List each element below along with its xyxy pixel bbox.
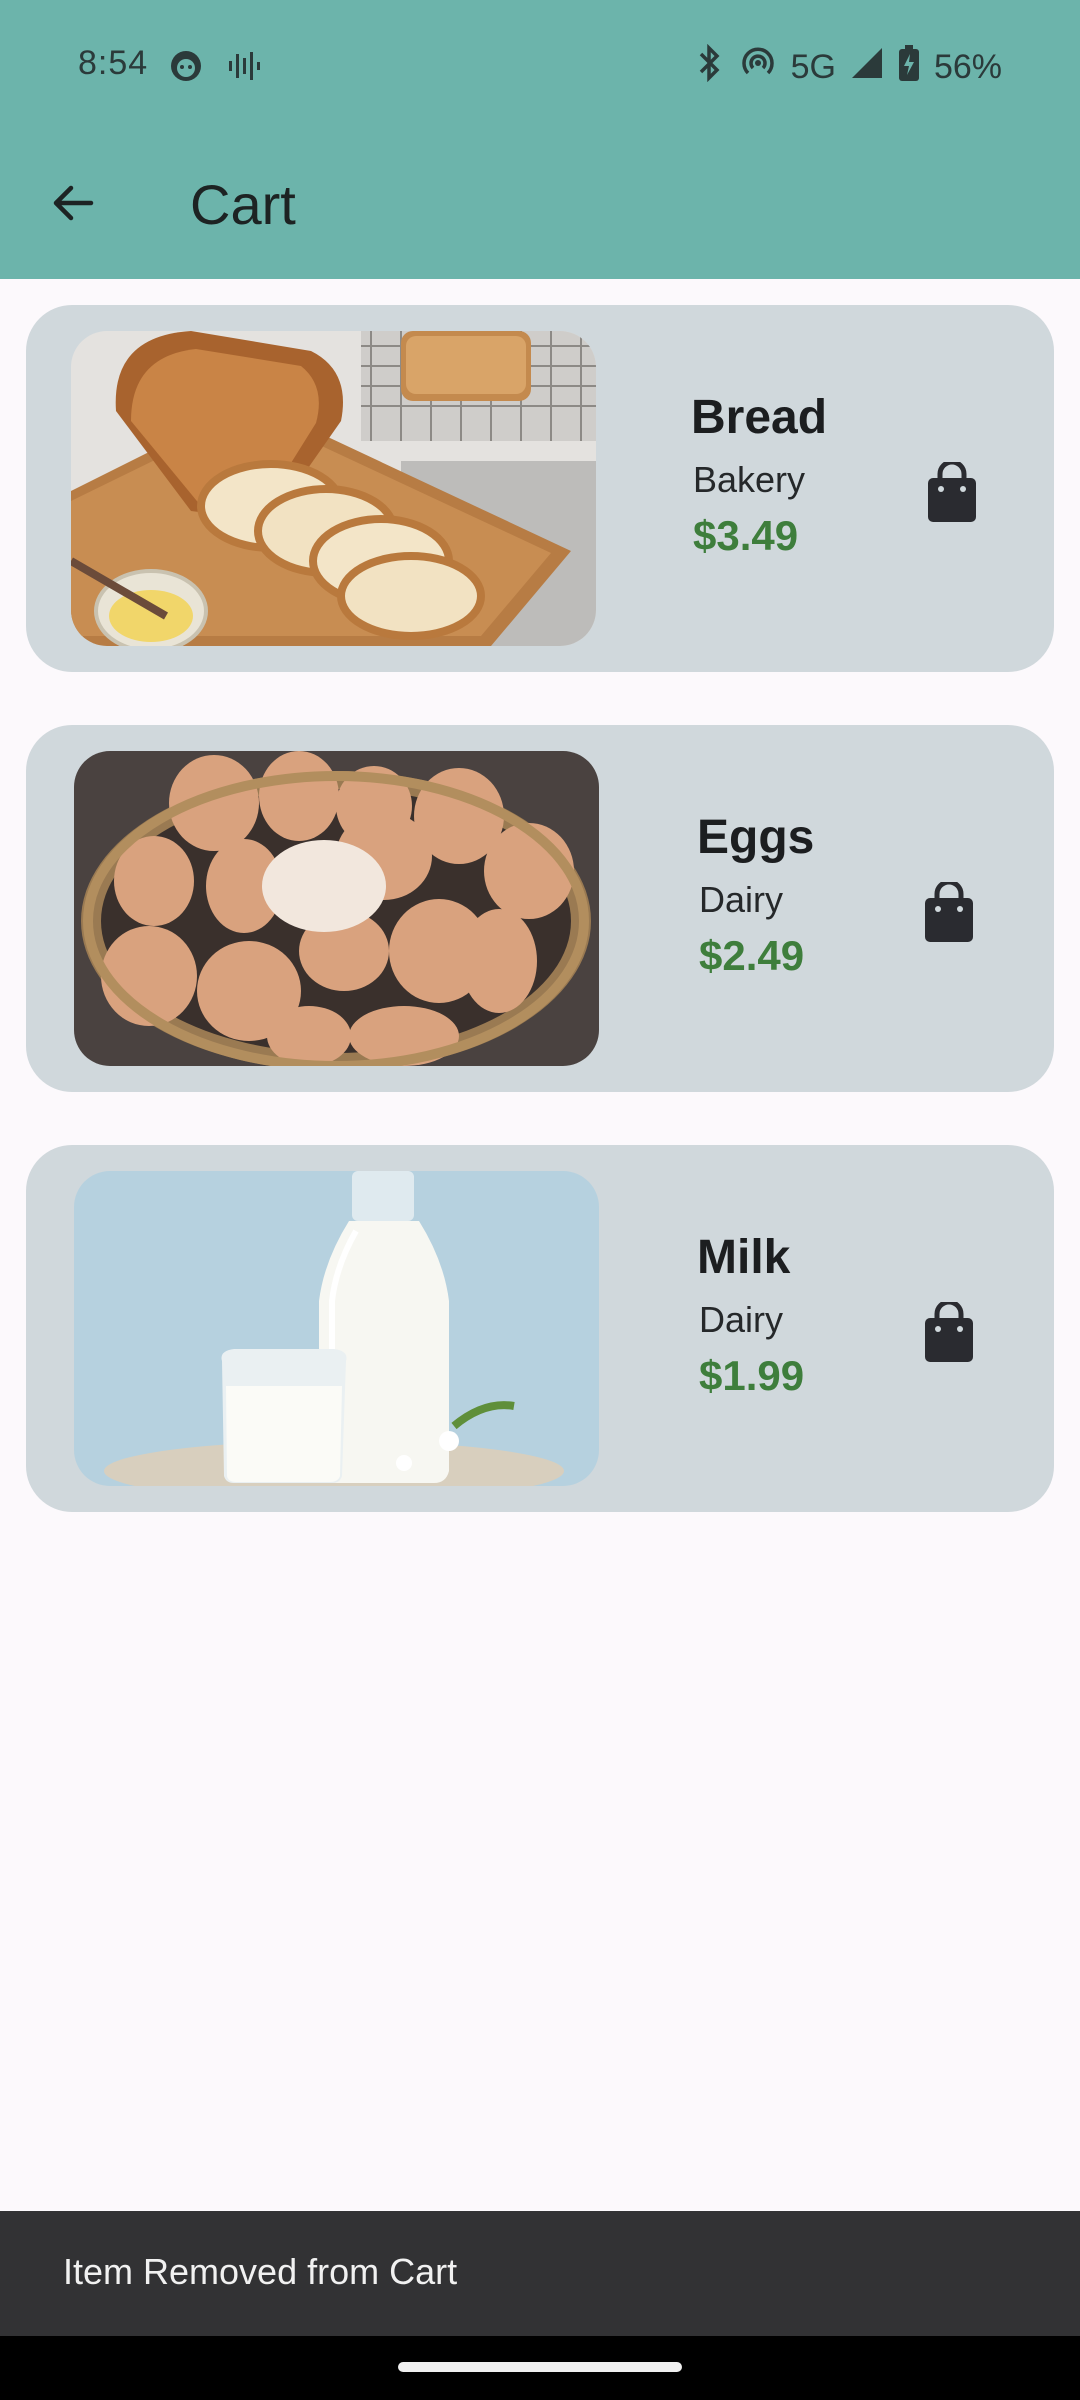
home-gesture-handle[interactable]	[398, 2362, 682, 2372]
cart-item-card[interactable]: Bread Bakery $3.49	[26, 305, 1054, 672]
voice-icon	[226, 48, 262, 93]
shopping-bag-icon	[925, 1299, 973, 1362]
cart-item-card[interactable]: Milk Dairy $1.99	[26, 1145, 1054, 1512]
snackbar: Item Removed from Cart	[0, 2211, 1080, 2336]
milk-photo	[74, 1171, 599, 1486]
remove-from-cart-button[interactable]	[924, 459, 980, 524]
network-type: 5G	[790, 48, 836, 86]
eggs-photo	[74, 751, 599, 1066]
back-button[interactable]	[40, 170, 106, 236]
snackbar-message: Item Removed from Cart	[63, 2251, 458, 2292]
bread-photo	[71, 331, 596, 646]
page-title: Cart	[190, 173, 296, 236]
item-price: $2.49	[699, 932, 805, 979]
status-right-group: 5G 56%	[695, 43, 1002, 91]
signal-icon	[850, 46, 884, 89]
hotspot-icon	[739, 44, 777, 91]
item-category: Dairy	[699, 1299, 784, 1340]
system-nav-bar	[0, 2336, 1080, 2400]
item-category: Dairy	[699, 879, 784, 920]
item-name: Milk	[697, 1231, 791, 1284]
cart-item-card[interactable]: Eggs Dairy $2.49	[26, 725, 1054, 1092]
shopping-bag-icon	[925, 879, 973, 942]
remove-from-cart-button[interactable]	[921, 879, 977, 944]
item-price: $1.99	[699, 1352, 805, 1399]
app-bar: 8:54 5G 56% Cart	[0, 0, 1080, 279]
item-name: Bread	[691, 391, 828, 444]
arrow-left-icon	[53, 185, 94, 221]
status-bar: 8:54 5G 56%	[0, 0, 1080, 132]
item-price: $3.49	[693, 512, 799, 559]
face-icon	[168, 48, 204, 93]
shopping-bag-icon	[928, 459, 976, 522]
item-name: Eggs	[697, 811, 815, 864]
remove-from-cart-button[interactable]	[921, 1299, 977, 1364]
status-time: 8:54	[78, 44, 149, 82]
bluetooth-icon	[695, 43, 725, 91]
item-category: Bakery	[693, 459, 806, 500]
battery-icon	[898, 44, 920, 91]
battery-level: 56%	[933, 48, 1002, 86]
